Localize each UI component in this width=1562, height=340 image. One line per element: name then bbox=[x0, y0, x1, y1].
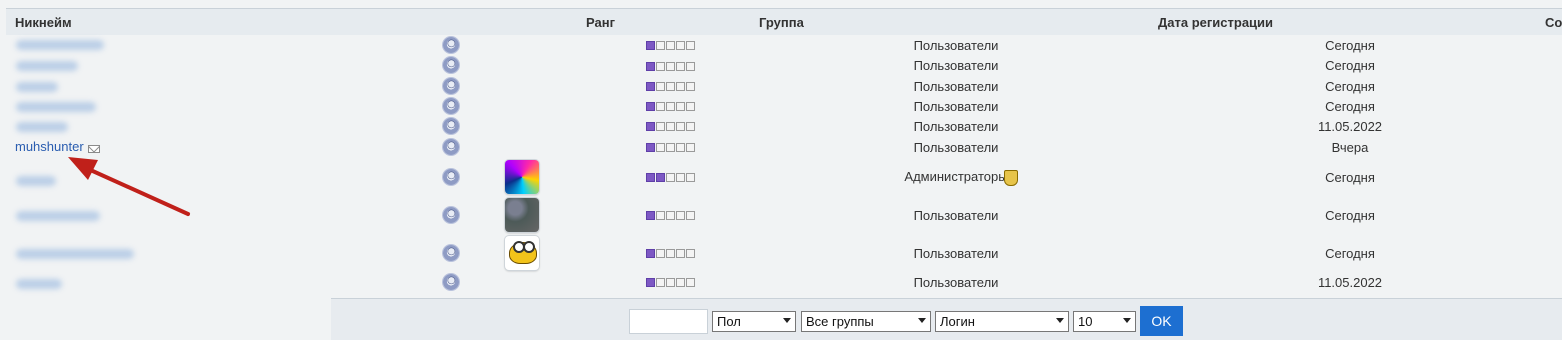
user-status-icon: ○ bbox=[443, 118, 459, 134]
blurred-nickname bbox=[16, 40, 104, 50]
header-rank[interactable]: Ранг bbox=[586, 15, 615, 30]
user-group: Пользователи bbox=[913, 99, 999, 114]
registration-date: Сегодня bbox=[1325, 79, 1375, 94]
admin-shield-icon bbox=[1004, 170, 1018, 186]
registration-date: Вчера bbox=[1331, 140, 1369, 155]
user-status-icon: ○ bbox=[443, 207, 459, 223]
gender-select[interactable]: Пол bbox=[712, 311, 796, 332]
user-avatar[interactable] bbox=[505, 198, 539, 232]
user-avatar[interactable] bbox=[505, 236, 539, 270]
rank-indicator bbox=[646, 211, 695, 220]
user-group: Пользователи bbox=[913, 38, 999, 53]
registration-date: Сегодня bbox=[1325, 58, 1375, 73]
registration-date: 11.05.2022 bbox=[1317, 275, 1383, 290]
user-status-icon: ○ bbox=[443, 274, 459, 290]
rank-indicator bbox=[646, 122, 695, 131]
user-status-icon: ○ bbox=[443, 139, 459, 155]
blurred-nickname bbox=[16, 61, 78, 71]
header-last-column[interactable]: Co bbox=[1545, 15, 1562, 30]
user-group: Пользователи bbox=[913, 140, 999, 155]
user-group: Администраторы bbox=[904, 169, 1008, 184]
user-group: Пользователи bbox=[913, 58, 999, 73]
user-group: Пользователи bbox=[913, 246, 999, 261]
blurred-nickname bbox=[16, 249, 134, 259]
user-group: Пользователи bbox=[913, 119, 999, 134]
chevron-down-icon bbox=[1123, 318, 1131, 323]
rank-indicator bbox=[646, 173, 695, 182]
header-nickname[interactable]: Никнейм bbox=[15, 15, 72, 30]
header-registration[interactable]: Дата регистрации bbox=[1158, 15, 1273, 30]
chevron-down-icon bbox=[783, 318, 791, 323]
registration-date: Сегодня bbox=[1325, 99, 1375, 114]
footer-left-panel bbox=[0, 298, 331, 339]
header-group[interactable]: Группа bbox=[759, 15, 804, 30]
envelope-icon[interactable] bbox=[88, 145, 100, 153]
chevron-down-icon bbox=[1056, 318, 1064, 323]
blurred-nickname bbox=[16, 122, 68, 132]
per-page-select[interactable]: 10 bbox=[1073, 311, 1136, 332]
user-group: Пользователи bbox=[913, 208, 999, 223]
user-status-icon: ○ bbox=[443, 169, 459, 185]
cartoon-eye bbox=[523, 241, 535, 253]
sort-select[interactable]: Логин bbox=[935, 311, 1069, 332]
search-input[interactable] bbox=[629, 309, 708, 334]
rank-indicator bbox=[646, 278, 695, 287]
rank-indicator bbox=[646, 249, 695, 258]
user-status-icon: ○ bbox=[443, 37, 459, 53]
blurred-nickname bbox=[16, 279, 62, 289]
rank-indicator bbox=[646, 41, 695, 50]
registration-date: 11.05.2022 bbox=[1317, 119, 1383, 134]
user-status-icon: ○ bbox=[443, 78, 459, 94]
user-status-icon: ○ bbox=[443, 98, 459, 114]
per-page-value: 10 bbox=[1078, 314, 1093, 329]
rank-indicator bbox=[646, 62, 695, 71]
registration-date: Сегодня bbox=[1325, 208, 1375, 223]
ok-button[interactable]: OK bbox=[1140, 306, 1183, 336]
user-avatar[interactable] bbox=[505, 160, 539, 194]
blurred-nickname bbox=[16, 82, 58, 92]
group-select-value: Все группы bbox=[806, 314, 874, 329]
blurred-nickname bbox=[16, 176, 56, 186]
nickname-link[interactable]: muhshunter bbox=[15, 139, 84, 154]
gender-select-value: Пол bbox=[717, 314, 741, 329]
rank-indicator bbox=[646, 102, 695, 111]
sort-select-value: Логин bbox=[940, 314, 975, 329]
registration-date: Сегодня bbox=[1325, 38, 1375, 53]
registration-date: Сегодня bbox=[1325, 246, 1375, 261]
blurred-nickname bbox=[16, 211, 100, 221]
registration-date: Сегодня bbox=[1325, 170, 1375, 185]
user-group: Пользователи bbox=[913, 275, 999, 290]
blurred-nickname bbox=[16, 102, 96, 112]
group-select[interactable]: Все группы bbox=[801, 311, 931, 332]
user-status-icon: ○ bbox=[443, 245, 459, 261]
rank-indicator bbox=[646, 82, 695, 91]
user-group: Пользователи bbox=[913, 79, 999, 94]
chevron-down-icon bbox=[918, 318, 926, 323]
rank-indicator bbox=[646, 143, 695, 152]
user-status-icon: ○ bbox=[443, 57, 459, 73]
